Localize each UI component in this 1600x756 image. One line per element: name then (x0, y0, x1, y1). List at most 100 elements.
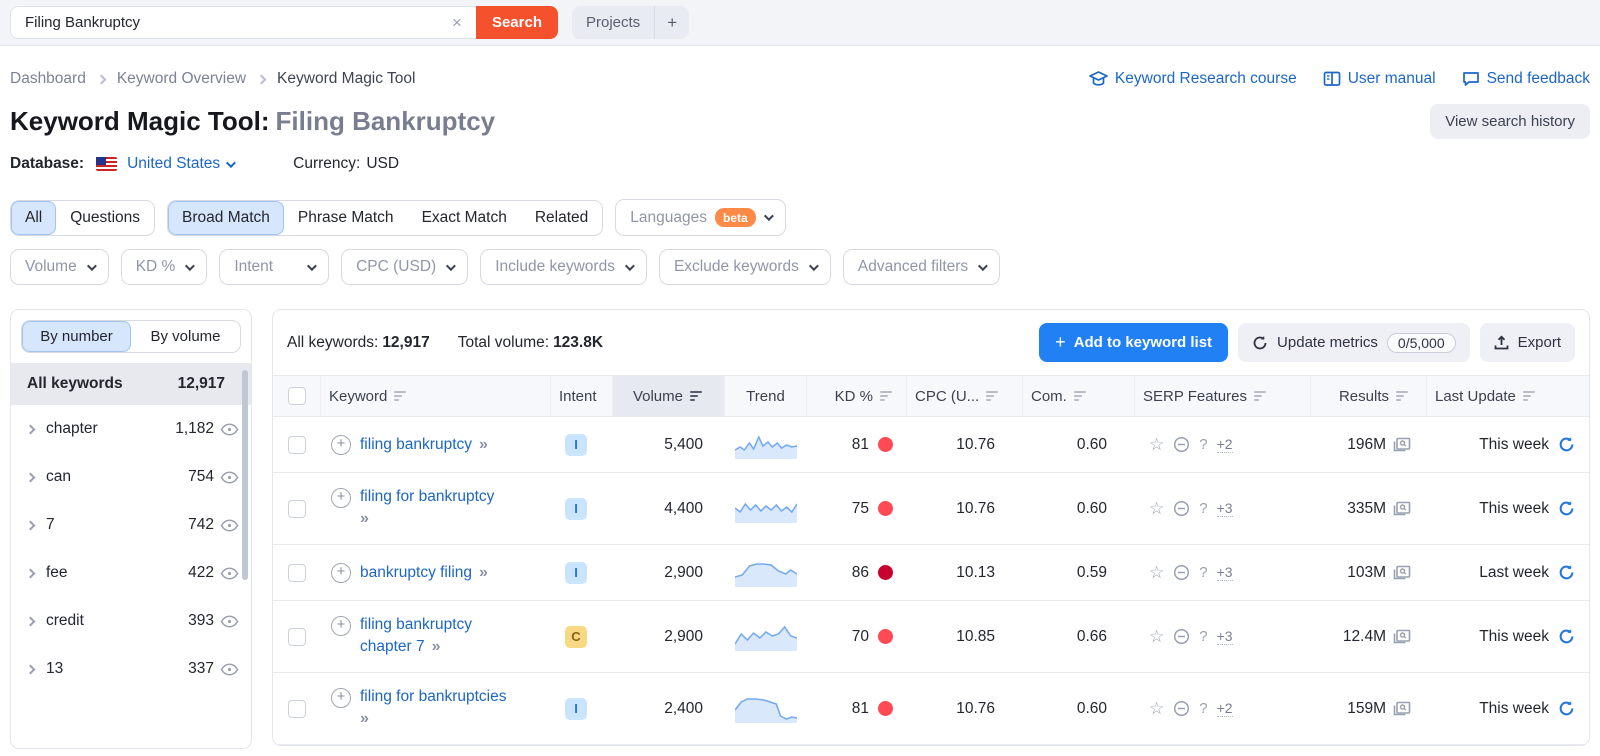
sitelinks-icon[interactable] (1173, 700, 1190, 717)
sort-icon[interactable] (1522, 391, 1535, 401)
refresh-icon[interactable] (1558, 500, 1575, 517)
keyword-link[interactable]: filing bankruptcy (360, 436, 472, 453)
sort-icon[interactable] (1396, 391, 1408, 401)
sort-icon[interactable] (1073, 391, 1086, 401)
select-all-checkbox[interactable] (287, 387, 306, 405)
row-checkbox[interactable] (288, 499, 306, 518)
send-feedback-link[interactable]: Send feedback (1462, 70, 1590, 88)
sort-icon[interactable] (986, 391, 999, 401)
keyword-link[interactable]: filing bankruptcy chapter 7 (360, 616, 472, 655)
sitelinks-icon[interactable] (1173, 500, 1190, 517)
refresh-icon[interactable] (1558, 564, 1575, 581)
sitelinks-icon[interactable] (1173, 628, 1190, 645)
serp-more-badge[interactable]: +3 (1216, 564, 1233, 581)
serp-more-badge[interactable]: +3 (1216, 628, 1233, 645)
featured-snippet-icon[interactable]: ☆ (1149, 499, 1164, 519)
eye-icon[interactable] (220, 470, 239, 484)
people-also-ask-icon[interactable]: ? (1199, 436, 1207, 453)
all-keywords-group[interactable]: All keywords 12,917 (11, 363, 251, 405)
breadcrumb-dashboard[interactable]: Dashboard (10, 70, 86, 88)
people-also-ask-icon[interactable]: ? (1199, 628, 1207, 645)
keyword-research-course-link[interactable]: Keyword Research course (1089, 70, 1297, 88)
sort-icon[interactable] (1253, 391, 1266, 401)
people-also-ask-icon[interactable]: ? (1199, 500, 1207, 517)
refresh-icon[interactable] (1558, 628, 1575, 645)
col-serp-features[interactable]: SERP Features (1135, 376, 1311, 416)
expand-keyword-icon[interactable]: » (360, 708, 506, 730)
row-checkbox[interactable] (288, 699, 306, 718)
expand-keyword-icon[interactable]: » (479, 436, 488, 453)
row-checkbox[interactable] (288, 627, 306, 646)
expand-keyword-icon[interactable]: » (360, 508, 494, 530)
sitelinks-icon[interactable] (1173, 564, 1190, 581)
col-com[interactable]: Com. (1023, 376, 1135, 416)
eye-icon[interactable] (220, 422, 239, 436)
sidebar-group-can[interactable]: can 754 (11, 453, 251, 501)
add-project-button[interactable]: + (655, 13, 689, 33)
kd-filter[interactable]: KD % (120, 249, 208, 285)
add-to-keyword-list-button[interactable]: + Add to keyword list (1039, 323, 1229, 362)
sort-icon[interactable] (880, 391, 892, 401)
serp-preview-icon[interactable] (1393, 629, 1411, 645)
refresh-icon[interactable] (1558, 700, 1575, 717)
advanced-filters[interactable]: Advanced filters (842, 249, 1001, 285)
people-also-ask-icon[interactable]: ? (1199, 564, 1207, 581)
chevron-right-icon[interactable] (25, 616, 36, 626)
volume-filter[interactable]: Volume (10, 249, 109, 285)
view-search-history-button[interactable]: View search history (1430, 104, 1590, 139)
export-button[interactable]: Export (1479, 323, 1575, 362)
people-also-ask-icon[interactable]: ? (1199, 700, 1207, 717)
serp-more-badge[interactable]: +3 (1216, 500, 1233, 517)
intent-badge[interactable]: C (565, 625, 587, 648)
col-results[interactable]: Results (1311, 376, 1427, 416)
user-manual-link[interactable]: User manual (1323, 70, 1436, 88)
add-keyword-icon[interactable]: + (331, 562, 351, 583)
keyword-link[interactable]: filing for bankruptcy (360, 488, 494, 505)
tab-related[interactable]: Related (521, 201, 602, 235)
eye-icon[interactable] (220, 614, 239, 628)
keyword-link[interactable]: filing for bankruptcies (360, 688, 506, 705)
col-last-update[interactable]: Last Update (1427, 376, 1589, 416)
chevron-right-icon[interactable] (25, 424, 36, 434)
serp-more-badge[interactable]: +2 (1216, 700, 1233, 717)
serp-more-badge[interactable]: +2 (1216, 436, 1233, 453)
languages-dropdown[interactable]: Languages beta (615, 199, 786, 236)
sort-by-number-tab[interactable]: By number (22, 321, 131, 352)
refresh-icon[interactable] (1558, 436, 1575, 453)
search-input[interactable] (25, 14, 449, 31)
clear-search-icon[interactable]: × (448, 13, 466, 33)
row-checkbox[interactable] (288, 435, 306, 454)
sort-icon[interactable] (394, 391, 407, 401)
sidebar-group-13[interactable]: 13 337 (11, 645, 251, 693)
eye-icon[interactable] (220, 566, 239, 580)
sort-by-volume-tab[interactable]: By volume (131, 321, 240, 352)
projects-button[interactable]: Projects (572, 14, 654, 31)
expand-keyword-icon[interactable]: » (432, 638, 441, 655)
sidebar-group-7[interactable]: 7 742 (11, 501, 251, 549)
serp-preview-icon[interactable] (1393, 437, 1411, 453)
expand-keyword-icon[interactable]: » (479, 564, 488, 581)
intent-badge[interactable]: I (565, 697, 587, 720)
tab-broad-match[interactable]: Broad Match (168, 200, 284, 235)
chevron-right-icon[interactable] (25, 520, 36, 530)
add-keyword-icon[interactable]: + (331, 616, 351, 637)
add-keyword-icon[interactable]: + (331, 488, 351, 509)
tab-questions[interactable]: Questions (56, 201, 154, 235)
serp-preview-icon[interactable] (1393, 565, 1411, 581)
serp-preview-icon[interactable] (1393, 501, 1411, 517)
col-kd[interactable]: KD % (807, 376, 907, 416)
search-button[interactable]: Search (475, 6, 558, 39)
col-keyword[interactable]: Keyword (321, 376, 551, 416)
chevron-right-icon[interactable] (25, 472, 36, 482)
serp-preview-icon[interactable] (1393, 701, 1411, 717)
update-metrics-button[interactable]: Update metrics 0/5,000 (1238, 323, 1470, 362)
featured-snippet-icon[interactable]: ☆ (1149, 699, 1164, 719)
sidebar-group-fee[interactable]: fee 422 (11, 549, 251, 597)
tab-exact-match[interactable]: Exact Match (408, 201, 521, 235)
include-keywords-filter[interactable]: Include keywords (480, 249, 647, 285)
database-selector[interactable]: United States (127, 155, 237, 173)
keyword-link[interactable]: bankruptcy filing (360, 564, 472, 581)
cpc-filter[interactable]: CPC (USD) (341, 249, 469, 285)
sidebar-group-chapter[interactable]: chapter 1,182 (11, 405, 251, 453)
col-cpc[interactable]: CPC (U... (907, 376, 1023, 416)
